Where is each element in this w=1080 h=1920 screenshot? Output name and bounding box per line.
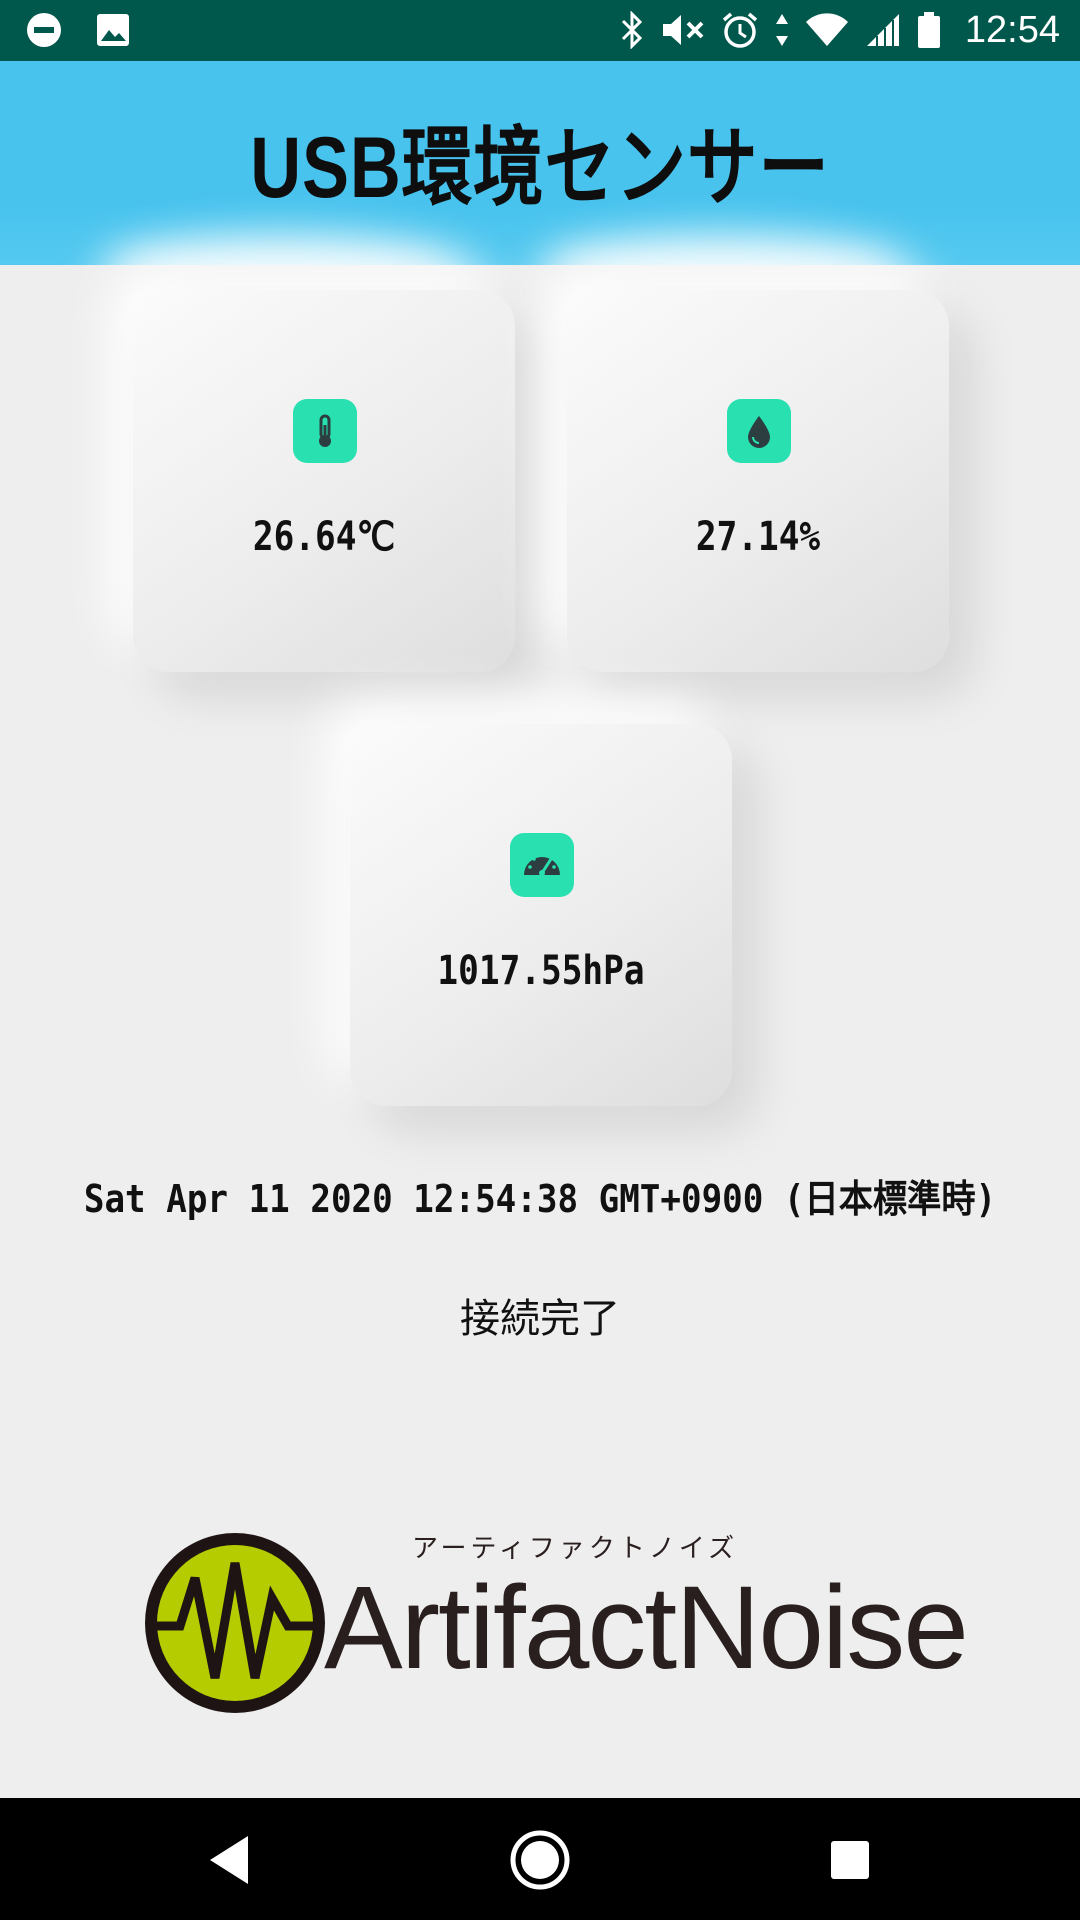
bluetooth-icon [619,11,645,49]
app-header: USB環境センサー [0,61,1080,265]
recents-square-icon [831,1841,869,1879]
logo-wordmark: ArtifactNoise [324,1562,969,1694]
alarm-icon [721,11,759,49]
temperature-value: 26.64℃ [252,514,396,560]
pressure-value: 1017.55hPa [437,948,645,994]
gauge-icon [510,833,574,897]
status-bar: 12:54 [0,0,1080,61]
page-title: USB環境センサー [250,120,830,216]
pressure-card: 1017.55hPa [350,724,732,1106]
mute-icon [661,12,705,48]
temperature-card: 26.64℃ [133,290,515,672]
header-glow [540,236,900,265]
humidity-card: 27.14% [567,290,949,672]
home-button[interactable] [508,1828,572,1892]
header-glow [100,236,460,265]
data-arrows-icon [775,12,789,48]
connection-status: 接続完了 [460,1296,620,1342]
do-not-disturb-icon [26,12,62,48]
status-bar-left [26,12,130,48]
wifi-icon [805,12,849,48]
recents-button[interactable] [818,1828,882,1892]
battery-icon [917,11,941,49]
signal-icon [865,12,901,48]
home-circle-icon [510,1830,570,1890]
status-bar-time: 12:54 [964,8,1060,51]
navigation-bar [0,1798,1080,1920]
artifactnoise-logo: アーティファクトノイズ ArtifactNoise [140,1528,969,1718]
image-notification-icon [96,13,130,47]
water-drop-icon [727,399,791,463]
humidity-value: 27.14% [695,514,821,560]
logo-emblem-icon [145,1533,325,1713]
thermometer-icon [293,399,357,463]
status-bar-right: 12:54 [619,8,1060,52]
back-triangle-icon [210,1836,248,1884]
back-button[interactable] [198,1828,262,1892]
timestamp: Sat Apr 11 2020 12:54:38 GMT+0900 (日本標準時… [83,1177,997,1221]
